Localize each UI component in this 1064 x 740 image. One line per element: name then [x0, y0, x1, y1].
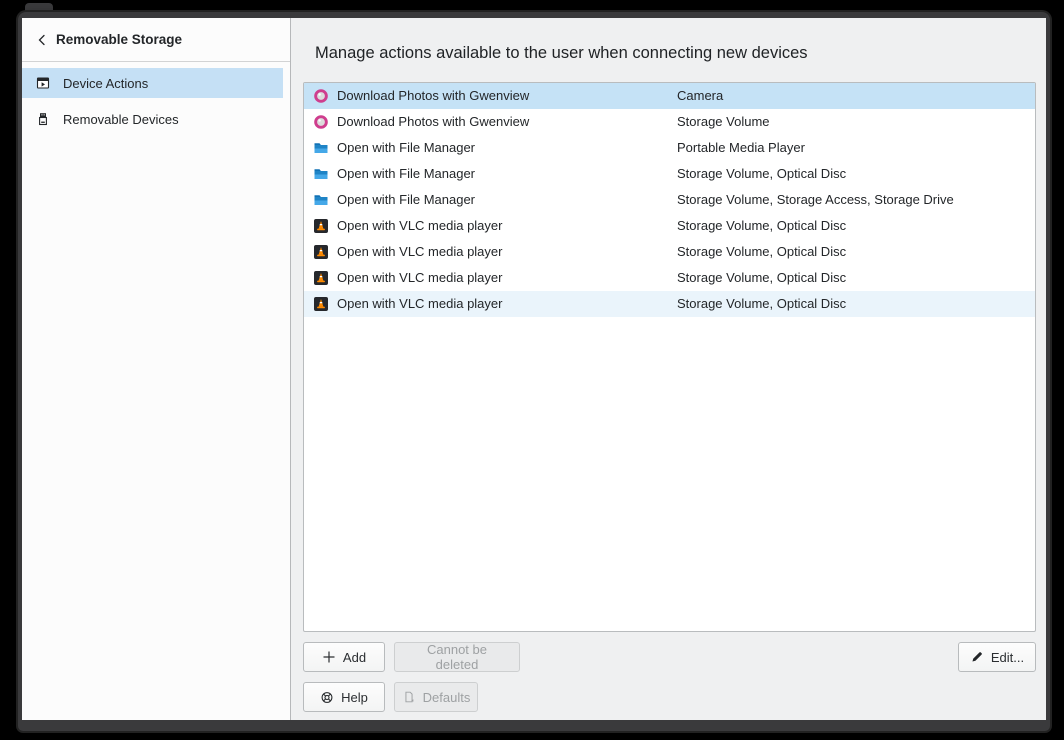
window-body: Removable Storage Device Actions	[22, 18, 1046, 720]
action-label: Open with File Manager	[337, 161, 475, 187]
action-label: Open with VLC media player	[337, 239, 502, 265]
defaults-document-icon	[402, 690, 416, 704]
sidebar-title: Removable Storage	[56, 32, 182, 47]
help-button[interactable]: Help	[303, 682, 385, 712]
sidebar-item-removable-devices[interactable]: Removable Devices	[22, 104, 283, 134]
device-types-label: Storage Volume, Storage Access, Storage …	[677, 187, 954, 213]
action-label: Open with VLC media player	[337, 213, 502, 239]
device-action-row[interactable]: Open with VLC media player Storage Volum…	[304, 265, 1035, 291]
plus-icon	[322, 650, 336, 664]
vlc-icon	[313, 244, 329, 260]
folder-icon	[313, 166, 329, 182]
chevron-left-icon	[36, 34, 48, 46]
device-action-row[interactable]: Download Photos with Gwenview Camera	[304, 83, 1035, 109]
action-label: Open with File Manager	[337, 187, 475, 213]
action-label: Open with VLC media player	[337, 265, 502, 291]
gwenview-icon	[313, 114, 329, 130]
page-title: Manage actions available to the user whe…	[315, 44, 808, 63]
sidebar-item-list: Device Actions Removable	[22, 68, 283, 140]
sidebar-item-label: Removable Devices	[63, 112, 179, 127]
device-action-row[interactable]: Open with VLC media player Storage Volum…	[304, 291, 1035, 317]
action-label: Open with File Manager	[337, 135, 475, 161]
device-action-row[interactable]: Open with VLC media player Storage Volum…	[304, 239, 1035, 265]
action-label: Open with VLC media player	[337, 291, 502, 317]
usb-drive-icon	[35, 111, 51, 127]
defaults-button-disabled: Defaults	[394, 682, 478, 712]
device-types-label: Storage Volume	[677, 109, 770, 135]
device-types-label: Storage Volume, Optical Disc	[677, 291, 846, 317]
edit-button[interactable]: Edit...	[958, 642, 1036, 672]
vlc-icon	[313, 296, 329, 312]
defaults-button-label: Defaults	[423, 690, 471, 705]
device-action-row[interactable]: Open with File Manager Portable Media Pl…	[304, 135, 1035, 161]
add-button-label: Add	[343, 650, 366, 665]
device-types-label: Storage Volume, Optical Disc	[677, 213, 846, 239]
action-label: Download Photos with Gwenview	[337, 109, 529, 135]
help-button-label: Help	[341, 690, 368, 705]
vlc-icon	[313, 218, 329, 234]
screen-background: Removable Storage Device Actions	[0, 0, 1064, 740]
main-pane: Manage actions available to the user whe…	[292, 18, 1046, 720]
device-types-label: Storage Volume, Optical Disc	[677, 265, 846, 291]
device-types-label: Storage Volume, Optical Disc	[677, 239, 846, 265]
sidebar-item-device-actions[interactable]: Device Actions	[22, 68, 283, 98]
folder-icon	[313, 192, 329, 208]
device-action-row[interactable]: Open with File Manager Storage Volume, S…	[304, 187, 1035, 213]
add-button[interactable]: Add	[303, 642, 385, 672]
device-action-row[interactable]: Download Photos with Gwenview Storage Vo…	[304, 109, 1035, 135]
delete-button-disabled: Cannot be deleted	[394, 642, 520, 672]
sidebar: Removable Storage Device Actions	[22, 18, 291, 720]
action-label: Download Photos with Gwenview	[337, 83, 529, 109]
vlc-icon	[313, 270, 329, 286]
pencil-icon	[970, 650, 984, 664]
settings-window: Removable Storage Device Actions	[18, 12, 1050, 731]
device-action-row[interactable]: Open with File Manager Storage Volume, O…	[304, 161, 1035, 187]
gwenview-icon	[313, 88, 329, 104]
delete-button-label: Cannot be deleted	[407, 642, 507, 672]
back-button[interactable]: Removable Storage	[22, 18, 290, 62]
sidebar-item-label: Device Actions	[63, 76, 148, 91]
device-action-row[interactable]: Open with VLC media player Storage Volum…	[304, 213, 1035, 239]
help-buoy-icon	[320, 690, 334, 704]
device-types-label: Camera	[677, 83, 723, 109]
device-types-label: Portable Media Player	[677, 135, 805, 161]
folder-icon	[313, 140, 329, 156]
edit-button-label: Edit...	[991, 650, 1024, 665]
device-actions-list: Download Photos with Gwenview Camera Dow…	[303, 82, 1036, 632]
device-types-label: Storage Volume, Optical Disc	[677, 161, 846, 187]
media-player-icon	[35, 75, 51, 91]
